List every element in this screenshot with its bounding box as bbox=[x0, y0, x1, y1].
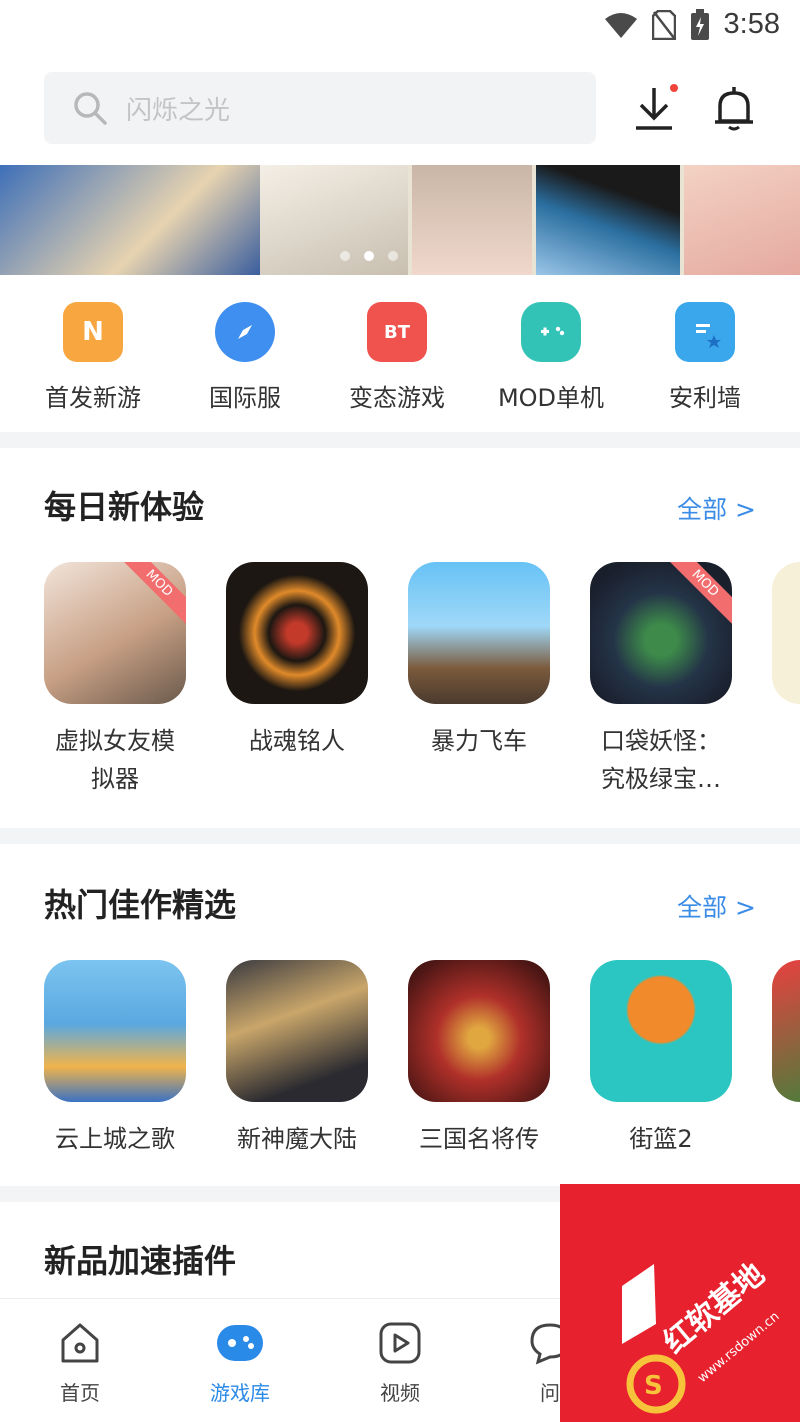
category-label: MOD单机 bbox=[497, 384, 605, 412]
app-name: 首 ( bbox=[772, 722, 800, 798]
nav-label: 游戏库 bbox=[210, 1381, 270, 1405]
video-icon bbox=[379, 1322, 421, 1364]
app-icon bbox=[772, 960, 800, 1102]
mod-badge: MOD bbox=[659, 562, 732, 630]
notification-dot bbox=[670, 84, 678, 92]
category-row: N 首发新游 国际服 BT 变态游戏 MOD单机 安利墙 bbox=[0, 290, 800, 420]
category-label: 变态游戏 bbox=[349, 384, 445, 412]
compass-icon bbox=[215, 302, 275, 362]
app-item[interactable]: MOD 口袋妖怪： 究极绿宝… bbox=[590, 562, 732, 798]
bt-badge: BT bbox=[384, 321, 410, 343]
new-game-icon: N bbox=[63, 302, 123, 362]
app-item[interactable]: 暴力飞车 bbox=[408, 562, 550, 760]
search-placeholder: 闪烁之光 bbox=[126, 95, 231, 126]
app-name: 战魂铭人 bbox=[249, 727, 345, 755]
hot-app-list: 云上城之歌 新神魔大陆 三国名将传 街篮2 乙 bbox=[44, 960, 800, 1170]
nav-home[interactable]: 首页 bbox=[30, 1321, 130, 1406]
app-item[interactable]: 乙 bbox=[772, 960, 800, 1158]
status-time: 3:58 bbox=[723, 8, 780, 40]
note-star-icon bbox=[675, 302, 735, 362]
section-divider bbox=[0, 828, 800, 844]
app-icon bbox=[44, 960, 186, 1102]
app-item[interactable]: 首 ( bbox=[772, 562, 800, 798]
nav-label: 首页 bbox=[60, 1381, 100, 1405]
nav-game-library[interactable]: 游戏库 bbox=[190, 1321, 290, 1406]
notification-button[interactable] bbox=[704, 78, 764, 138]
category-international[interactable]: 国际服 bbox=[170, 290, 320, 413]
app-icon bbox=[408, 960, 550, 1102]
section-title-daily: 每日新体验 bbox=[44, 488, 205, 526]
category-first-release[interactable]: N 首发新游 bbox=[18, 290, 168, 413]
nav-label: 视频 bbox=[380, 1381, 420, 1405]
hot-see-all-link[interactable]: 全部 > bbox=[677, 888, 756, 924]
banner-carousel[interactable] bbox=[0, 165, 800, 275]
app-item[interactable]: 三国名将传 bbox=[408, 960, 550, 1158]
battery-charging-icon bbox=[690, 8, 709, 40]
carousel-indicator bbox=[340, 251, 398, 261]
category-mod[interactable]: MOD单机 bbox=[476, 290, 626, 413]
search-icon bbox=[74, 92, 107, 125]
status-bar: 3:58 bbox=[0, 0, 800, 60]
app-name: 街篮2 bbox=[629, 1125, 693, 1153]
app-name: 云上城之歌 bbox=[55, 1125, 175, 1153]
app-name: 三国名将传 bbox=[419, 1125, 539, 1153]
home-icon bbox=[61, 1323, 99, 1363]
category-recommend-wall[interactable]: 安利墙 bbox=[630, 290, 780, 413]
app-icon: MOD bbox=[44, 562, 186, 704]
app-icon bbox=[226, 562, 368, 704]
bt-gift-icon: BT bbox=[367, 302, 427, 362]
app-item[interactable]: 战魂铭人 bbox=[226, 562, 368, 760]
search-input[interactable]: 闪烁之光 bbox=[44, 72, 596, 144]
section-title-hot: 热门佳作精选 bbox=[44, 886, 237, 924]
app-name: 新神魔大陆 bbox=[237, 1125, 357, 1153]
app-icon bbox=[590, 960, 732, 1102]
app-name: 乙 bbox=[772, 1120, 800, 1158]
no-sim-icon bbox=[651, 9, 676, 40]
app-icon bbox=[772, 562, 800, 704]
svg-text:S: S bbox=[644, 1371, 663, 1401]
section-title-plugins: 新品加速插件 bbox=[44, 1242, 237, 1280]
bell-icon bbox=[715, 87, 753, 131]
gamepad-icon bbox=[521, 302, 581, 362]
app-item[interactable]: MOD 虚拟女友模 拟器 bbox=[44, 562, 186, 798]
app-name: 虚拟女友模 拟器 bbox=[55, 727, 175, 793]
app-item[interactable]: 街篮2 bbox=[590, 960, 732, 1158]
section-divider bbox=[0, 432, 800, 448]
mod-badge: MOD bbox=[113, 562, 186, 630]
category-label: 安利墙 bbox=[669, 384, 741, 412]
wifi-icon bbox=[604, 12, 637, 38]
category-bt-games[interactable]: BT 变态游戏 bbox=[322, 290, 472, 413]
app-icon bbox=[408, 562, 550, 704]
app-name: 口袋妖怪： 究极绿宝… bbox=[601, 727, 721, 793]
game-library-icon bbox=[217, 1325, 263, 1361]
download-icon bbox=[636, 88, 672, 130]
app-icon: MOD bbox=[590, 562, 732, 704]
daily-see-all-link[interactable]: 全部 > bbox=[677, 490, 756, 526]
app-item[interactable]: 新神魔大陆 bbox=[226, 960, 368, 1158]
app-icon bbox=[226, 960, 368, 1102]
category-label: 国际服 bbox=[209, 384, 281, 412]
nav-video[interactable]: 视频 bbox=[350, 1321, 450, 1406]
app-item[interactable]: 云上城之歌 bbox=[44, 960, 186, 1158]
app-name: 暴力飞车 bbox=[431, 727, 527, 755]
category-label: 首发新游 bbox=[45, 384, 141, 412]
daily-app-list: MOD 虚拟女友模 拟器 战魂铭人 暴力飞车 MOD 口袋妖怪： 究极绿宝… 首… bbox=[44, 562, 800, 822]
download-button[interactable] bbox=[624, 78, 684, 138]
watermark-logo: S 红软基地 www.rsdown.cn bbox=[560, 1184, 800, 1422]
